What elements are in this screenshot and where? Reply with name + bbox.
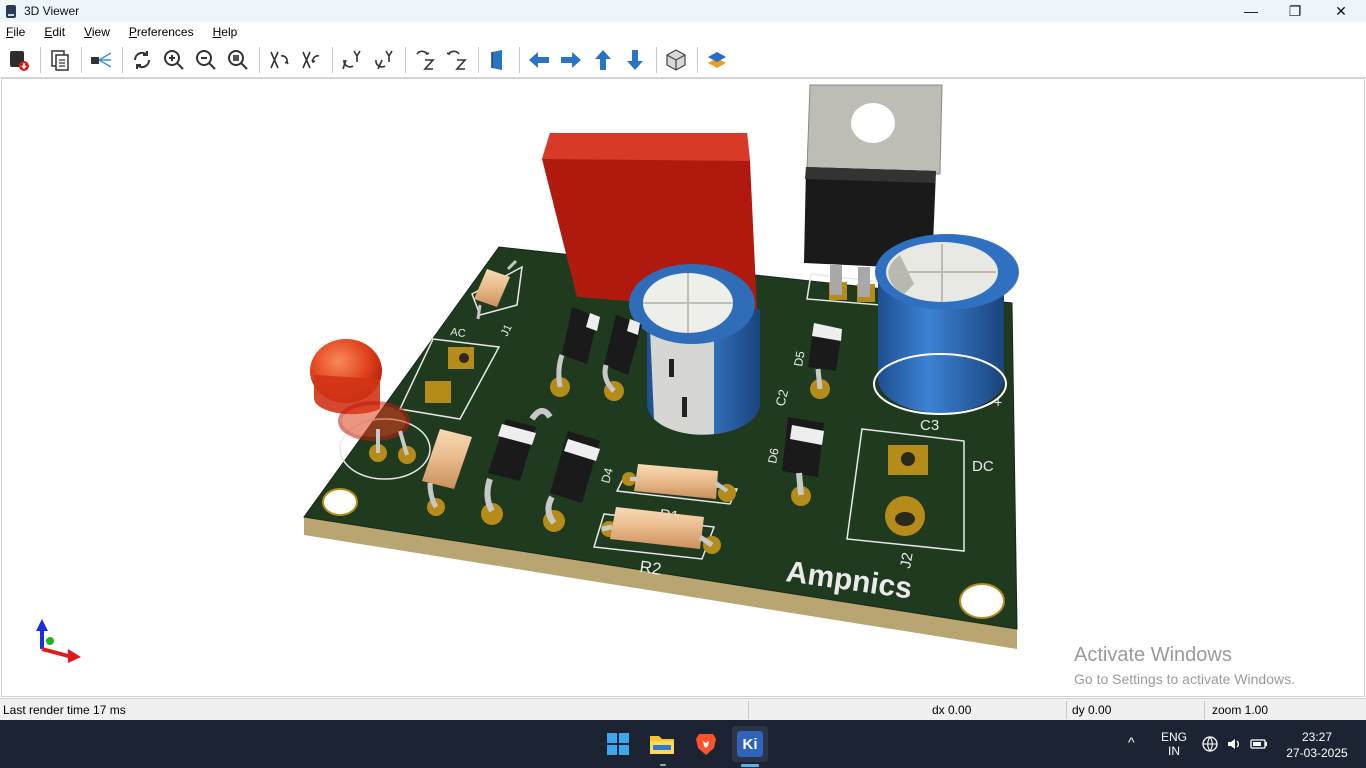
file-explorer-icon (650, 736, 674, 754)
label-d5: D5 (791, 350, 808, 368)
render-raytrace-button[interactable] (4, 45, 34, 75)
3d-viewport[interactable]: AC J1 C2 C3 + D4 D5 D6 DC R1 R2 J2 Ampni… (1, 78, 1365, 697)
menu-file[interactable]: File (3, 25, 28, 39)
render-raytrace-icon (10, 50, 29, 71)
layers-manager-icon (708, 51, 726, 68)
clock[interactable]: 23:27 27-03-2025 (1280, 730, 1354, 760)
tray-overflow-button[interactable]: ^ (1128, 734, 1135, 750)
rotate-x-cw-icon (270, 51, 289, 68)
rotate-y-ccw-icon (375, 50, 393, 69)
pan-down-button[interactable] (620, 45, 650, 75)
taskbar: Ki ^ ENG IN 23:27 27-03-2025 (0, 720, 1366, 768)
battery-button[interactable] (1250, 736, 1268, 755)
status-bar: Last render time 17 ms dx 0.00 dy 0.00 z… (0, 698, 1366, 720)
watermark-title: Activate Windows (1074, 644, 1232, 666)
pan-right-icon (561, 51, 581, 68)
menu-preferences[interactable]: Preferences (126, 25, 197, 39)
pad (425, 381, 451, 403)
rotate-x-cw-button[interactable] (264, 45, 294, 75)
copy-image-button[interactable] (45, 45, 75, 75)
flip-board-icon (491, 49, 502, 70)
pan-up-icon (595, 49, 611, 70)
label-ac: AC (450, 326, 467, 340)
pan-right-button[interactable] (556, 45, 586, 75)
windows-start-icon (607, 733, 629, 755)
speaker-icon (1228, 739, 1239, 749)
zoom-fit-icon (228, 49, 248, 70)
language-line-2: IN (1168, 744, 1180, 758)
zoom-in-icon (164, 49, 184, 70)
start-button[interactable] (600, 726, 636, 762)
toolbar (0, 42, 1366, 78)
toggle-orthographic-button[interactable] (661, 45, 691, 75)
rotate-y-cw-button[interactable] (337, 45, 367, 75)
menu-bar: File Edit View Preferences Help (0, 22, 1366, 42)
watermark-subtitle: Go to Settings to activate Windows. (1074, 671, 1295, 687)
file-explorer-button[interactable] (644, 726, 680, 762)
regulator-lead (830, 265, 842, 295)
label-j2: J2 (897, 551, 916, 570)
brave-browser-button[interactable] (688, 726, 724, 762)
language-line-1: ENG (1160, 730, 1187, 744)
label-c3: C3 (920, 417, 939, 434)
rotate-y-ccw-button[interactable] (369, 45, 399, 75)
menu-view[interactable]: View (81, 25, 113, 39)
zoom-fit-button[interactable] (223, 45, 253, 75)
app-icon (6, 4, 16, 18)
brave-browser-icon (696, 734, 716, 755)
menu-help[interactable]: Help (210, 25, 241, 39)
rotate-z-cw-icon (416, 50, 435, 70)
kicad-icon: Ki (737, 731, 763, 757)
zoom-in-button[interactable] (159, 45, 189, 75)
rotate-x-ccw-icon (302, 51, 320, 68)
label-d6: D6 (765, 447, 782, 465)
pan-up-button[interactable] (588, 45, 618, 75)
label-r2: R2 (638, 557, 662, 579)
zoom-text: zoom 1.00 (1212, 703, 1269, 717)
toggle-orthographic-icon (666, 48, 686, 71)
regulator-hole (851, 103, 895, 143)
label-dc: DC (972, 458, 994, 475)
kicad-button[interactable]: Ki (732, 726, 768, 762)
dx-text: dx 0.00 (932, 703, 972, 717)
reload-button[interactable] (127, 45, 157, 75)
activate-windows-watermark: Activate Windows Go to Settings to activ… (1074, 644, 1295, 687)
pan-left-icon (529, 51, 549, 68)
zoom-out-icon (196, 49, 216, 70)
rotate-z-ccw-button[interactable] (442, 45, 472, 75)
rotate-z-cw-button[interactable] (410, 45, 440, 75)
volume-button[interactable] (1226, 736, 1242, 755)
close-button[interactable]: ✕ (1318, 0, 1364, 22)
battery-icon (1250, 739, 1267, 749)
network-button[interactable] (1202, 736, 1218, 755)
axis-gizmo (36, 619, 81, 663)
globe-icon (1202, 736, 1218, 752)
pan-left-button[interactable] (524, 45, 554, 75)
minimize-button[interactable]: — (1228, 0, 1274, 22)
rotate-z-ccw-icon (446, 50, 467, 70)
render-time-text: Last render time 17 ms (3, 703, 126, 717)
zoom-out-button[interactable] (191, 45, 221, 75)
show-viewpoint-button[interactable] (86, 45, 116, 75)
layers-manager-button[interactable] (702, 45, 732, 75)
mounting-hole (959, 583, 1005, 619)
flip-board-button[interactable] (483, 45, 513, 75)
menu-edit[interactable]: Edit (41, 25, 68, 39)
clock-date: 27-03-2025 (1286, 746, 1348, 760)
regulator-lead (858, 267, 870, 297)
window-title: 3D Viewer (24, 4, 80, 18)
dy-text: dy 0.00 (1072, 703, 1112, 717)
language-indicator[interactable]: ENG IN (1158, 730, 1190, 758)
maximize-button[interactable]: ❐ (1272, 0, 1318, 22)
show-viewpoint-icon (91, 51, 112, 68)
copy-image-icon (51, 49, 69, 71)
mounting-hole (322, 488, 358, 516)
pan-down-icon (627, 49, 643, 70)
rotate-x-ccw-button[interactable] (296, 45, 326, 75)
title-bar: 3D Viewer — ❐ ✕ (0, 0, 1366, 22)
clock-time: 23:27 (1301, 730, 1333, 744)
pcb-3d-render: AC J1 C2 C3 + D4 D5 D6 DC R1 R2 J2 Ampni… (36, 84, 1019, 663)
rotate-y-cw-icon (342, 50, 361, 69)
reload-icon (133, 50, 151, 69)
